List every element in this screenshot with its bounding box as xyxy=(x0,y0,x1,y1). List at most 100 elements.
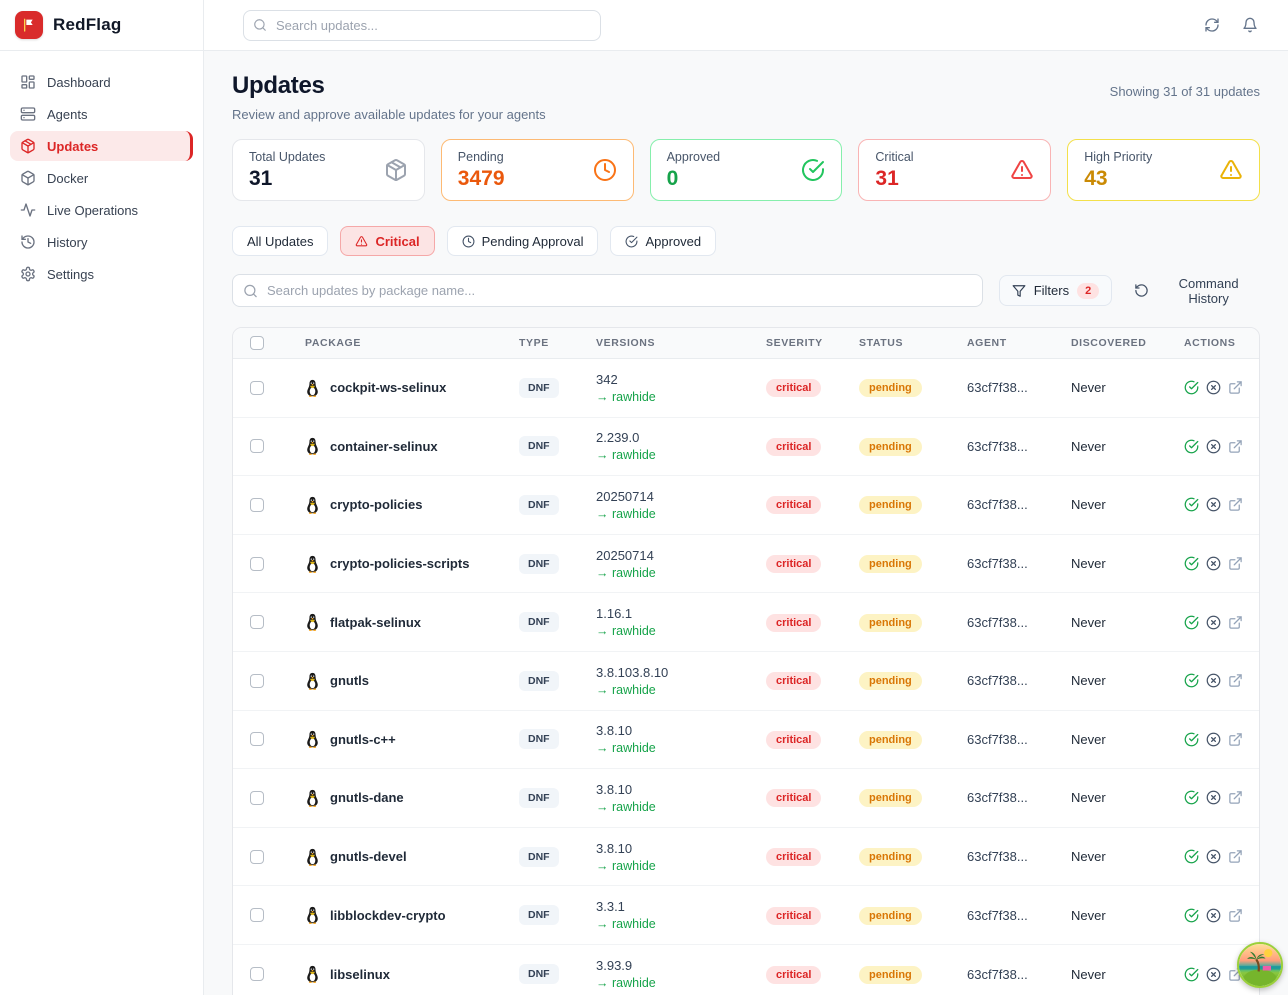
dismiss-button[interactable] xyxy=(1206,732,1221,747)
bell-icon[interactable] xyxy=(1240,15,1260,35)
dismiss-button[interactable] xyxy=(1206,380,1221,395)
dismiss-button[interactable] xyxy=(1206,497,1221,512)
open-button[interactable] xyxy=(1228,732,1243,747)
tab-approved[interactable]: Approved xyxy=(610,226,716,256)
tab-label: Pending Approval xyxy=(482,234,584,249)
approve-button[interactable] xyxy=(1184,380,1199,395)
tab-label: Critical xyxy=(375,234,419,249)
check-circle-icon xyxy=(1184,849,1199,864)
sidebar-item-updates[interactable]: Updates xyxy=(10,131,193,161)
approve-button[interactable] xyxy=(1184,556,1199,571)
open-button[interactable] xyxy=(1228,908,1243,923)
global-search xyxy=(243,10,601,41)
row-actions xyxy=(1184,849,1259,864)
severity-badge: critical xyxy=(766,496,821,514)
approve-button[interactable] xyxy=(1184,497,1199,512)
check-circle-icon xyxy=(1184,908,1199,923)
sidebar-item-live-operations[interactable]: Live Operations xyxy=(10,195,193,225)
tab-critical[interactable]: Critical xyxy=(340,226,434,256)
status-badge: pending xyxy=(859,907,922,925)
agent-id: 63cf7f38... xyxy=(967,908,1071,923)
sidebar-item-label: History xyxy=(47,235,87,250)
check-circle-icon xyxy=(1184,673,1199,688)
approve-button[interactable] xyxy=(1184,790,1199,805)
open-button[interactable] xyxy=(1228,849,1243,864)
external-link-icon xyxy=(1228,556,1243,571)
open-button[interactable] xyxy=(1228,673,1243,688)
row-checkbox[interactable] xyxy=(250,674,264,688)
row-checkbox[interactable] xyxy=(250,967,264,981)
topbar xyxy=(204,0,1288,51)
open-button[interactable] xyxy=(1228,497,1243,512)
tab-all-updates[interactable]: All Updates xyxy=(232,226,328,256)
check-circle-icon xyxy=(1184,439,1199,454)
open-button[interactable] xyxy=(1228,380,1243,395)
linux-penguin-icon xyxy=(305,496,320,514)
sidebar-item-agents[interactable]: Agents xyxy=(10,99,193,129)
search-icon xyxy=(253,18,267,32)
refresh-icon[interactable] xyxy=(1202,15,1222,35)
open-button[interactable] xyxy=(1228,615,1243,630)
select-all-checkbox[interactable] xyxy=(250,336,264,350)
version-current: 20250714 xyxy=(596,489,766,504)
open-button[interactable] xyxy=(1228,439,1243,454)
row-checkbox[interactable] xyxy=(250,732,264,746)
status-badge: pending xyxy=(859,966,922,984)
row-checkbox[interactable] xyxy=(250,615,264,629)
sidebar-nav: Dashboard Agents Updates Docker Live Ope… xyxy=(0,51,203,305)
main-content: Updates Showing 31 of 31 updates Review … xyxy=(204,51,1288,995)
approve-button[interactable] xyxy=(1184,967,1199,982)
stat-card-high-priority: High Priority 43 xyxy=(1067,139,1260,201)
open-button[interactable] xyxy=(1228,790,1243,805)
approve-button[interactable] xyxy=(1184,615,1199,630)
severity-badge: critical xyxy=(766,614,821,632)
stat-value: 3479 xyxy=(458,167,505,191)
row-checkbox[interactable] xyxy=(250,498,264,512)
row-checkbox[interactable] xyxy=(250,850,264,864)
type-badge: DNF xyxy=(519,436,559,456)
table-body: cockpit-ws-selinux DNF 342 → rawhide cri… xyxy=(233,359,1259,995)
table-row: libselinux DNF 3.93.9 → rawhide critical… xyxy=(233,945,1259,995)
severity-badge: critical xyxy=(766,907,821,925)
dismiss-button[interactable] xyxy=(1206,967,1221,982)
approve-button[interactable] xyxy=(1184,849,1199,864)
command-history-button[interactable]: Command History xyxy=(1134,276,1260,306)
sidebar-item-label: Updates xyxy=(47,139,98,154)
approve-button[interactable] xyxy=(1184,908,1199,923)
tab-pending-approval[interactable]: Pending Approval xyxy=(447,226,599,256)
status-badge: pending xyxy=(859,379,922,397)
dismiss-button[interactable] xyxy=(1206,673,1221,688)
agent-id: 63cf7f38... xyxy=(967,615,1071,630)
row-checkbox[interactable] xyxy=(250,791,264,805)
package-search-input[interactable] xyxy=(232,274,983,307)
version-target: → rawhide xyxy=(596,917,766,931)
approve-button[interactable] xyxy=(1184,439,1199,454)
filters-button[interactable]: Filters 2 xyxy=(999,275,1113,306)
open-button[interactable] xyxy=(1228,556,1243,571)
dismiss-button[interactable] xyxy=(1206,790,1221,805)
sidebar-item-dashboard[interactable]: Dashboard xyxy=(10,67,193,97)
row-checkbox[interactable] xyxy=(250,381,264,395)
version-current: 3.8.10 xyxy=(596,841,766,856)
approve-button[interactable] xyxy=(1184,732,1199,747)
row-checkbox[interactable] xyxy=(250,557,264,571)
sidebar-item-history[interactable]: History xyxy=(10,227,193,257)
dismiss-button[interactable] xyxy=(1206,849,1221,864)
dismiss-button[interactable] xyxy=(1206,439,1221,454)
dismiss-button[interactable] xyxy=(1206,908,1221,923)
dismiss-button[interactable] xyxy=(1206,556,1221,571)
dismiss-button[interactable] xyxy=(1206,615,1221,630)
version-target: → rawhide xyxy=(596,683,766,697)
sidebar-item-docker[interactable]: Docker xyxy=(10,163,193,193)
global-search-input[interactable] xyxy=(243,10,601,41)
version-target: → rawhide xyxy=(596,741,766,755)
row-checkbox[interactable] xyxy=(250,439,264,453)
type-badge: DNF xyxy=(519,378,559,398)
row-checkbox[interactable] xyxy=(250,908,264,922)
version-target: → rawhide xyxy=(596,390,766,404)
column-header-agent: Agent xyxy=(967,337,1071,349)
island-widget-button[interactable] xyxy=(1237,942,1283,988)
stat-value: 31 xyxy=(249,167,325,191)
approve-button[interactable] xyxy=(1184,673,1199,688)
sidebar-item-settings[interactable]: Settings xyxy=(10,259,193,289)
